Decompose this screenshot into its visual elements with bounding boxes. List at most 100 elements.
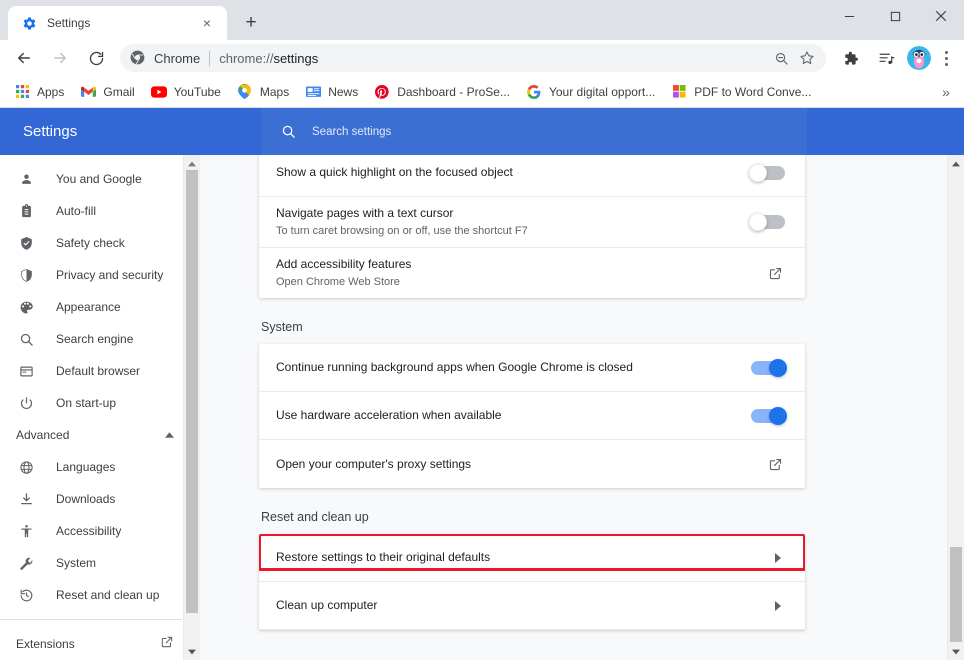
- main-scroll-down-arrow[interactable]: [948, 643, 964, 660]
- bookmark-label: News: [328, 85, 358, 99]
- search-icon: [16, 329, 36, 349]
- toggle-show-quick-highlight[interactable]: [751, 166, 785, 180]
- sidebar-item-label: On start-up: [56, 396, 116, 410]
- clipboard-icon: [16, 201, 36, 221]
- sidebar-scrollbar-thumb[interactable]: [186, 170, 198, 613]
- chevron-right-icon: [771, 548, 785, 568]
- tab-close-icon[interactable]: ×: [197, 13, 217, 33]
- three-dot-menu-icon[interactable]: [934, 44, 958, 72]
- maximize-button[interactable]: [872, 0, 918, 32]
- sidebar-item-on-start-up[interactable]: On start-up: [0, 387, 200, 419]
- sidebar-scrollbar[interactable]: [183, 155, 200, 660]
- external-link-icon[interactable]: [765, 263, 785, 283]
- main-scroll-up-arrow[interactable]: [948, 155, 964, 172]
- sidebar-item-label: Downloads: [56, 492, 115, 506]
- row-text: Open your computer's proxy settings: [276, 448, 765, 481]
- sidebar-extensions-label: Extensions: [16, 637, 75, 651]
- puzzle-icon[interactable]: [836, 44, 864, 72]
- sidebar-item-you-and-google[interactable]: You and Google: [0, 163, 200, 195]
- row-text: Show a quick highlight on the focused ob…: [276, 156, 751, 189]
- row-restore-settings-defaults[interactable]: Restore settings to their original defau…: [259, 534, 805, 582]
- sidebar-item-label: Reset and clean up: [56, 588, 159, 602]
- toggle-knob: [749, 164, 767, 182]
- sidebar-item-languages[interactable]: Languages: [0, 451, 200, 483]
- settings-header: Settings Search settings: [0, 108, 964, 155]
- bookmarks-overflow-icon[interactable]: »: [934, 80, 958, 104]
- external-link-icon[interactable]: [765, 454, 785, 474]
- sidebar-item-search-engine[interactable]: Search engine: [0, 323, 200, 355]
- sidebar-item-extensions[interactable]: Extensions: [0, 628, 200, 660]
- new-tab-button[interactable]: +: [237, 9, 265, 37]
- toggle-background-apps[interactable]: [751, 361, 785, 375]
- forward-icon[interactable]: [46, 44, 74, 72]
- media-list-icon[interactable]: [872, 44, 900, 72]
- row-subtitle: Open Chrome Web Store: [276, 274, 765, 290]
- toggle-caret-browsing[interactable]: [751, 215, 785, 229]
- sidebar-item-appearance[interactable]: Appearance: [0, 291, 200, 323]
- star-icon[interactable]: [794, 45, 820, 71]
- bookmark-youtube[interactable]: YouTube: [143, 80, 229, 104]
- row-subtitle: To turn caret browsing on or off, use th…: [276, 223, 751, 239]
- profile-avatar[interactable]: [907, 46, 931, 70]
- browser-tab-settings[interactable]: Settings ×: [8, 6, 227, 40]
- row-title: Navigate pages with a text cursor: [276, 205, 751, 222]
- sidebar-item-safety-check[interactable]: Safety check: [0, 227, 200, 259]
- main-scrollbar-thumb[interactable]: [950, 547, 962, 642]
- palette-icon: [16, 297, 36, 317]
- address-bar[interactable]: Chrome chrome://settings: [120, 44, 826, 72]
- bookmark-maps[interactable]: Maps: [229, 80, 297, 104]
- row-title: Use hardware acceleration when available: [276, 407, 751, 424]
- back-icon[interactable]: [10, 44, 38, 72]
- row-hardware-acceleration[interactable]: Use hardware acceleration when available: [259, 392, 805, 440]
- sidebar-item-system[interactable]: System: [0, 547, 200, 579]
- sidebar-item-label: Languages: [56, 460, 115, 474]
- page-title: Settings: [23, 123, 261, 140]
- sidebar-item-label: Default browser: [56, 364, 140, 378]
- sidebar-section-advanced[interactable]: Advanced: [0, 419, 200, 451]
- zoom-out-icon[interactable]: [768, 45, 794, 71]
- history-restore-icon: [16, 585, 36, 605]
- reset-card: Restore settings to their original defau…: [259, 534, 805, 630]
- sidebar-item-downloads[interactable]: Downloads: [0, 483, 200, 515]
- sidebar-item-accessibility[interactable]: Accessibility: [0, 515, 200, 547]
- omnibox-scheme-label: Chrome: [154, 51, 200, 66]
- row-clean-up-computer[interactable]: Clean up computer: [259, 582, 805, 630]
- row-title: Open your computer's proxy settings: [276, 456, 765, 473]
- bookmark-apps[interactable]: Apps: [6, 80, 72, 104]
- sidebar-scroll-down-arrow[interactable]: [184, 643, 200, 660]
- reload-icon[interactable]: [82, 44, 110, 72]
- row-navigate-with-text-cursor[interactable]: Navigate pages with a text cursor To tur…: [259, 197, 805, 248]
- bookmark-label: YouTube: [174, 85, 221, 99]
- row-background-apps[interactable]: Continue running background apps when Go…: [259, 344, 805, 392]
- toggle-hardware-acceleration[interactable]: [751, 409, 785, 423]
- tab-strip: Settings × +: [0, 0, 964, 40]
- section-title-system: System: [259, 298, 805, 344]
- row-add-accessibility-features[interactable]: Add accessibility features Open Chrome W…: [259, 248, 805, 298]
- settings-body: You and Google Auto-fill Safety check: [0, 155, 964, 660]
- sidebar-item-label: Privacy and security: [56, 268, 163, 282]
- bookmark-gmail[interactable]: Gmail: [72, 80, 142, 104]
- sidebar-item-reset-and-clean-up[interactable]: Reset and clean up: [0, 579, 200, 611]
- gmail-icon: [80, 84, 96, 100]
- bookmark-label: Gmail: [103, 85, 134, 99]
- google-news-icon: [305, 84, 321, 100]
- sidebar-item-privacy-and-security[interactable]: Privacy and security: [0, 259, 200, 291]
- bookmark-label: Apps: [37, 85, 64, 99]
- minimize-button[interactable]: [826, 0, 872, 32]
- toggle-knob: [749, 213, 767, 231]
- bookmark-your-digital-opportunity[interactable]: Your digital opport...: [518, 80, 663, 104]
- chrome-logo-icon: [130, 50, 146, 66]
- shield-check-icon: [16, 233, 36, 253]
- omnibox-url-prefix: chrome://: [219, 51, 273, 66]
- row-show-quick-highlight[interactable]: Show a quick highlight on the focused ob…: [259, 155, 805, 197]
- main-scrollbar[interactable]: [947, 155, 964, 660]
- bookmark-pdf-to-word-converter[interactable]: PDF to Word Conve...: [663, 80, 819, 104]
- row-proxy-settings[interactable]: Open your computer's proxy settings: [259, 440, 805, 488]
- bookmark-news[interactable]: News: [297, 80, 366, 104]
- sidebar-item-auto-fill[interactable]: Auto-fill: [0, 195, 200, 227]
- row-title: Add accessibility features: [276, 256, 765, 273]
- sidebar-item-default-browser[interactable]: Default browser: [0, 355, 200, 387]
- close-button[interactable]: [918, 0, 964, 32]
- bookmark-dashboard-prose[interactable]: Dashboard - ProSe...: [366, 80, 518, 104]
- search-settings-input[interactable]: Search settings: [261, 108, 807, 155]
